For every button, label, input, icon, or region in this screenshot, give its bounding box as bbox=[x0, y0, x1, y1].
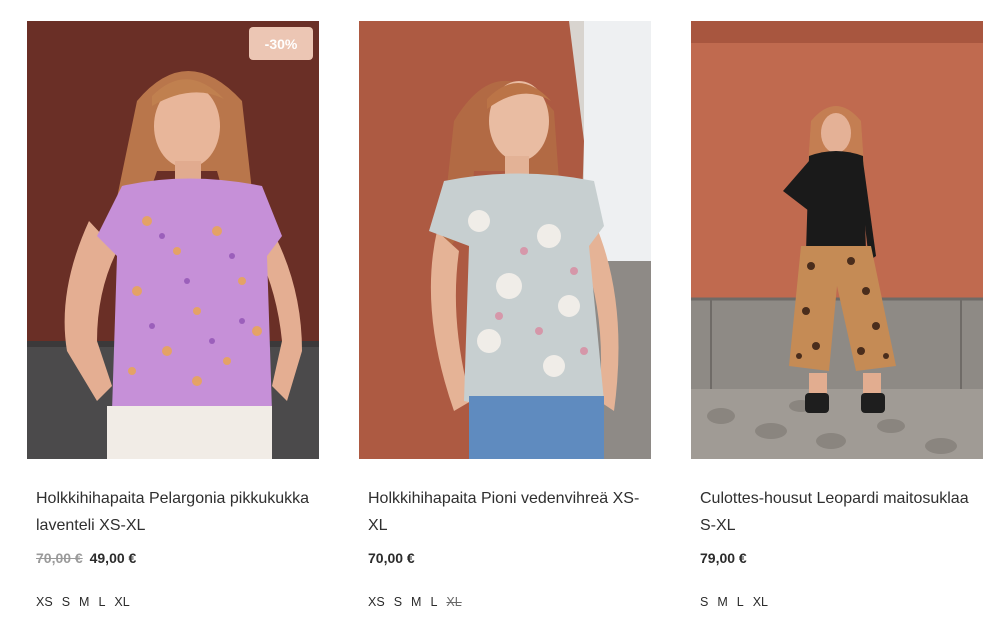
product-title[interactable]: Holkkihihapaita Pioni vedenvihreä XS-XL bbox=[368, 485, 643, 539]
discount-badge: -30% bbox=[249, 27, 313, 60]
product-card: -30% Holkkihihapaita Pelargonia pikkukuk… bbox=[27, 21, 319, 609]
product-card: Culottes-housut Leopardi maitosuklaa S-X… bbox=[691, 21, 983, 609]
product-card: Holkkihihapaita Pioni vedenvihreä XS-XL … bbox=[359, 21, 651, 609]
price: 79,00 € bbox=[700, 550, 747, 566]
size-option[interactable]: XS bbox=[36, 595, 53, 609]
price: 70,00 € bbox=[368, 550, 415, 566]
product-title[interactable]: Culottes-housut Leopardi maitosuklaa S-X… bbox=[700, 485, 975, 539]
size-option[interactable]: M bbox=[79, 595, 89, 609]
size-list: XS S M L XL bbox=[36, 595, 130, 609]
size-option[interactable]: L bbox=[737, 595, 744, 609]
product-photo-lavender-top bbox=[27, 21, 319, 459]
product-photo-floral-top bbox=[359, 21, 651, 459]
product-title[interactable]: Holkkihihapaita Pelargonia pikkukukka la… bbox=[36, 485, 311, 539]
size-option[interactable]: S bbox=[62, 595, 70, 609]
size-option[interactable]: S bbox=[394, 595, 402, 609]
product-image[interactable]: -30% bbox=[27, 21, 319, 459]
size-option[interactable]: L bbox=[430, 595, 437, 609]
product-image[interactable] bbox=[359, 21, 651, 459]
price-row: 79,00 € bbox=[700, 550, 983, 570]
sale-price: 49,00 € bbox=[89, 550, 137, 566]
size-option[interactable]: XL bbox=[753, 595, 768, 609]
size-option[interactable]: M bbox=[717, 595, 727, 609]
size-option[interactable]: L bbox=[98, 595, 105, 609]
size-option-unavailable: XL bbox=[446, 595, 462, 609]
price-row: 70,00 € bbox=[368, 550, 651, 570]
size-list: S M L XL bbox=[700, 595, 768, 609]
size-option[interactable]: S bbox=[700, 595, 708, 609]
size-option[interactable]: XL bbox=[114, 595, 129, 609]
price-row: 70,00 € 49,00 € bbox=[36, 550, 319, 570]
size-option[interactable]: M bbox=[411, 595, 421, 609]
product-grid: -30% Holkkihihapaita Pelargonia pikkukuk… bbox=[0, 0, 1000, 633]
product-image[interactable] bbox=[691, 21, 983, 459]
size-list: XS S M L XL bbox=[368, 595, 462, 609]
size-option[interactable]: XS bbox=[368, 595, 385, 609]
original-price: 70,00 € bbox=[36, 550, 83, 566]
product-photo-leopard-culottes bbox=[691, 21, 983, 459]
